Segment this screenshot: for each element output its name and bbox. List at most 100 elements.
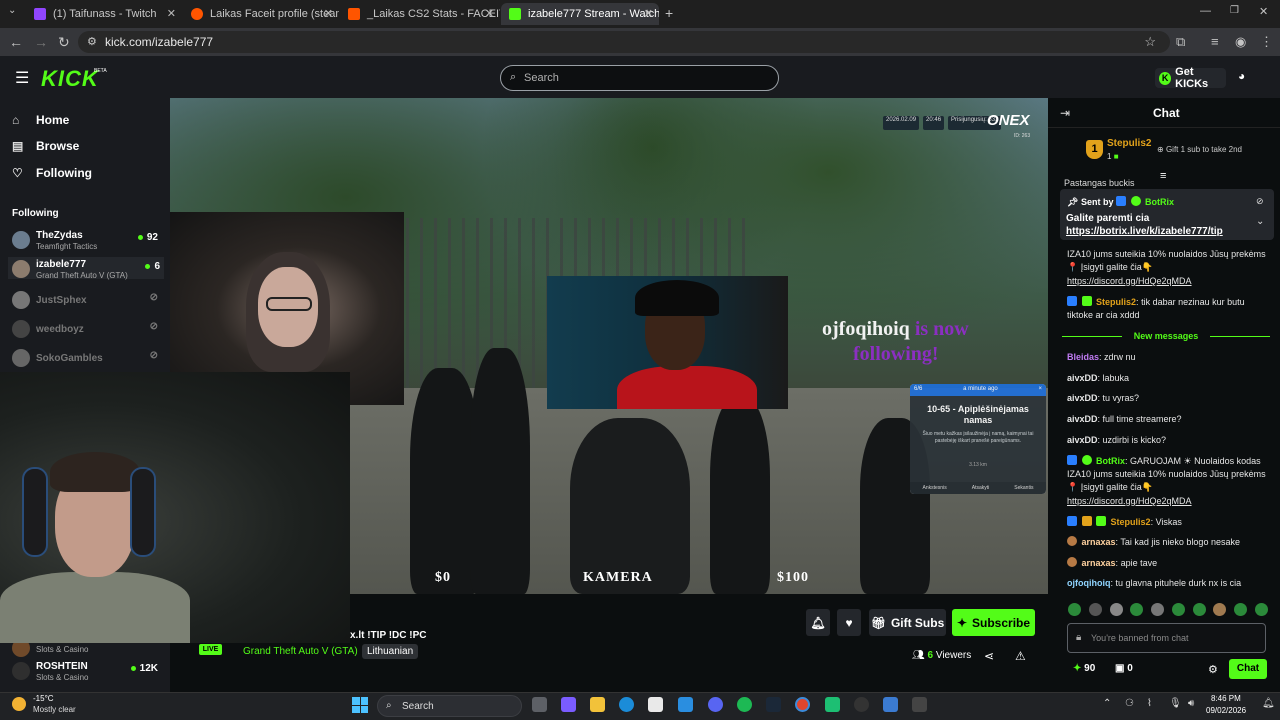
chat-username[interactable]: Bleidas	[1067, 352, 1099, 362]
reload-icon[interactable]: ↻	[58, 34, 70, 51]
file-explorer-icon[interactable]	[590, 697, 605, 712]
sidebar-item-browse[interactable]: ▤ Browse	[12, 139, 79, 153]
language-tag[interactable]: Lithuanian	[362, 644, 419, 659]
app-icon[interactable]	[883, 697, 898, 712]
profile-icon[interactable]: ◉	[1235, 34, 1246, 50]
user-avatar-icon[interactable]: ◕	[1238, 69, 1245, 83]
sidebar-item-home[interactable]: ⌂ Home	[12, 113, 69, 127]
spotify-icon[interactable]	[737, 697, 752, 712]
kicks-balance[interactable]: ✦ 90	[1073, 663, 1095, 674]
pinned-bot-name[interactable]: BotRix	[1145, 197, 1174, 207]
chat-username[interactable]: arnaxas	[1082, 537, 1116, 547]
emote-icon[interactable]	[1109, 603, 1123, 616]
emote-icon[interactable]	[1213, 603, 1227, 616]
tray-icon[interactable]: ⚆	[1125, 698, 1134, 709]
bookmark-star-icon[interactable]: ☆	[1144, 34, 1156, 50]
close-icon[interactable]: ✕	[324, 7, 333, 20]
gift-leader-user[interactable]: Stepulis2	[1107, 138, 1151, 149]
chat-username[interactable]: ojfoqihoiq	[1067, 578, 1110, 588]
followed-channel-justsphex[interactable]: JustSphex ⊘	[12, 288, 162, 310]
tab-list-icon[interactable]: ⌄	[8, 5, 16, 16]
followed-channel-thezydas[interactable]: TheZydas Teamfight Tactics 92	[12, 228, 162, 251]
close-icon[interactable]: ✕	[644, 7, 653, 20]
pinned-link[interactable]: https://botrix.live/k/izabele777/tip	[1066, 225, 1256, 238]
chat-link[interactable]: https://discord.gg/HdQe2qMDA	[1067, 496, 1192, 506]
emote-icon[interactable]	[1088, 603, 1102, 616]
volume-icon[interactable]: 🔊︎	[1188, 698, 1194, 709]
follow-button[interactable]: ♥	[837, 609, 861, 636]
chat-username[interactable]: arnaxas	[1082, 558, 1116, 568]
gear-icon[interactable]: ⚙	[1208, 663, 1218, 676]
browser-tab-3[interactable]: _Laikas CS2 Stats - FACEIT.com ✕	[340, 3, 500, 25]
tray-chevron-icon[interactable]: ⌃	[1103, 698, 1111, 709]
emote-icon[interactable]	[1254, 603, 1268, 616]
share-icon[interactable]: ⋖	[984, 649, 994, 663]
chat-username[interactable]: Stepulis2	[1096, 297, 1136, 307]
emote-icon[interactable]	[1068, 603, 1081, 616]
emote-icon[interactable]	[1130, 603, 1144, 616]
media-icon[interactable]: ≡	[1211, 34, 1219, 49]
hamburger-menu-icon[interactable]: ☰	[15, 68, 29, 88]
browser-tab-4[interactable]: izabele777 Stream - Watch ✕	[501, 3, 659, 25]
chat-username[interactable]: Stepulis2	[1111, 517, 1151, 527]
mail-icon[interactable]	[678, 697, 693, 712]
browser-tab-1[interactable]: (1) Taifunass - Twitch ✕	[26, 3, 182, 25]
notification-bell-icon[interactable]: 🔔︎	[1262, 698, 1275, 709]
kick-logo[interactable]: KICK	[41, 66, 99, 92]
copilot-icon[interactable]	[561, 697, 576, 712]
chrome-icon[interactable]	[795, 697, 810, 712]
mic-icon[interactable]: 🎙︎	[1169, 698, 1182, 709]
chat-username[interactable]: BotRix	[1096, 456, 1125, 466]
emote-icon[interactable]	[1171, 603, 1185, 616]
app-icon[interactable]	[912, 697, 927, 712]
emote-icon[interactable]	[1192, 603, 1206, 616]
followed-channel-weedboyz[interactable]: weedboyz ⊘	[12, 317, 162, 339]
expand-pinned-icon[interactable]: ≡	[1160, 170, 1166, 182]
chat-username[interactable]: aivxDD	[1067, 373, 1098, 383]
start-button[interactable]	[352, 697, 368, 713]
followed-channel-izabele777[interactable]: izabele777 Grand Theft Auto V (GTA) 6	[8, 257, 164, 280]
task-view-icon[interactable]	[532, 697, 547, 712]
subscribe-button[interactable]: ✦ Subscribe	[952, 609, 1035, 636]
clock-date[interactable]: 09/02/2026	[1206, 706, 1246, 715]
followed-channel-sokogambles[interactable]: SokoGambles ⊘	[12, 346, 162, 368]
chevron-down-icon[interactable]: ⌄	[1256, 216, 1264, 227]
url-field[interactable]: ⚙ kick.com/izabele777 ☆	[78, 31, 1170, 53]
app-icon[interactable]	[825, 697, 840, 712]
site-info-icon[interactable]: ⚙	[87, 35, 97, 48]
window-close-icon[interactable]: ✕	[1259, 5, 1268, 18]
edge-icon[interactable]	[619, 697, 634, 712]
notifications-button[interactable]: 🔔︎	[806, 609, 830, 636]
gift-balance[interactable]: ▣ 0	[1115, 663, 1133, 674]
obs-icon[interactable]	[854, 697, 869, 712]
emote-icon[interactable]	[1234, 603, 1248, 616]
back-icon[interactable]: ←	[9, 34, 23, 50]
recommended-channel-roshtein[interactable]: ROSHTEIN Slots & Casino 12K	[12, 659, 162, 682]
report-icon[interactable]: ⚠	[1015, 649, 1026, 663]
emote-icon[interactable]	[1151, 603, 1165, 616]
close-icon[interactable]: ✕	[485, 7, 494, 20]
chat-username[interactable]: aivxDD	[1067, 435, 1098, 445]
send-chat-button[interactable]: Chat	[1229, 659, 1267, 679]
steam-icon[interactable]	[766, 697, 781, 712]
taskbar-search[interactable]: ⌕ Search	[377, 695, 522, 717]
collapse-chat-icon[interactable]: ⇥	[1060, 106, 1070, 120]
chat-username[interactable]: aivxDD	[1067, 393, 1098, 403]
network-icon[interactable]: ⌇	[1147, 698, 1152, 709]
chat-input[interactable]: 🔒︎ You're banned from chat	[1067, 623, 1266, 653]
sidebar-item-following[interactable]: ♡ Following	[12, 166, 92, 180]
search-input[interactable]: ⌕ Search	[500, 65, 779, 91]
extensions-icon[interactable]: ⧉	[1176, 34, 1185, 50]
store-icon[interactable]	[648, 697, 663, 712]
clock-time[interactable]: 8:46 PM	[1211, 694, 1241, 703]
unpin-icon[interactable]: ⊘	[1256, 196, 1264, 207]
new-tab-icon[interactable]: +	[665, 5, 673, 21]
weather-moon-icon[interactable]	[12, 697, 26, 711]
discord-icon[interactable]	[708, 697, 723, 712]
chat-link[interactable]: https://discord.gg/HdQe2qMDA	[1067, 276, 1192, 286]
menu-icon[interactable]: ⋮	[1260, 34, 1273, 50]
close-icon[interactable]: ✕	[167, 7, 176, 20]
gift-subs-button[interactable]: 🎁︎ Gift Subs	[869, 609, 946, 636]
browser-tab-2[interactable]: Laikas Faceit profile (steamid 7... ✕	[183, 3, 339, 25]
maximize-icon[interactable]: ❐	[1230, 5, 1239, 16]
